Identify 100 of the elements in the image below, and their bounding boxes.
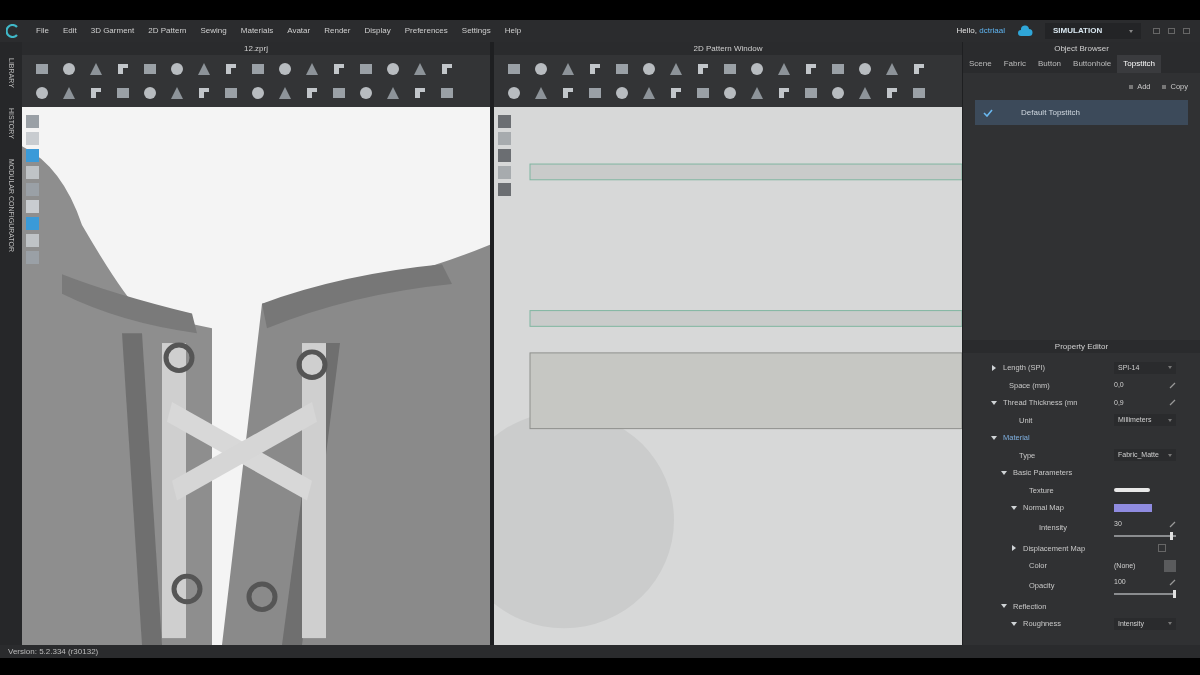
- menu-item[interactable]: Help: [504, 25, 522, 37]
- tool-icon[interactable]: [668, 85, 684, 101]
- tool-icon[interactable]: [560, 85, 576, 101]
- expanded-arrow-icon[interactable]: [1001, 603, 1007, 610]
- tool-icon[interactable]: [722, 85, 738, 101]
- normal-map-swatch[interactable]: [1114, 503, 1152, 512]
- tool-icon[interactable]: [196, 61, 212, 77]
- tool-icon[interactable]: [695, 85, 711, 101]
- tool-icon[interactable]: [506, 85, 522, 101]
- tool-icon[interactable]: [911, 61, 927, 77]
- tool-icon[interactable]: [412, 61, 428, 77]
- tool-icon[interactable]: [331, 61, 347, 77]
- menu-item[interactable]: Avatar: [287, 25, 311, 37]
- tool-icon[interactable]: [277, 61, 293, 77]
- tool-icon[interactable]: [776, 85, 792, 101]
- pencil-icon[interactable]: [1169, 399, 1176, 407]
- tool-icon[interactable]: [88, 85, 104, 101]
- tool-icon[interactable]: [614, 61, 630, 77]
- cloud-icon[interactable]: [1017, 25, 1033, 37]
- menu-item[interactable]: Materials: [240, 25, 274, 37]
- menu-item[interactable]: Display: [364, 25, 391, 37]
- tool-icon[interactable]: [34, 61, 50, 77]
- tool-icon[interactable]: [560, 61, 576, 77]
- mode-dropdown[interactable]: SIMULATION: [1045, 23, 1141, 39]
- tool-icon[interactable]: [304, 85, 320, 101]
- tool-icon[interactable]: [857, 61, 873, 77]
- menu-item[interactable]: 3D Garment: [90, 25, 135, 37]
- slider-track[interactable]: [1114, 535, 1176, 538]
- tool-icon[interactable]: [776, 61, 792, 77]
- tool-icon[interactable]: [911, 85, 927, 101]
- tool-icon[interactable]: [304, 61, 320, 77]
- tool-icon[interactable]: [857, 85, 873, 101]
- tool-icon[interactable]: [61, 61, 77, 77]
- expanded-arrow-icon[interactable]: [1011, 504, 1017, 511]
- tool-icon[interactable]: [115, 61, 131, 77]
- collapsed-arrow-icon[interactable]: [1011, 545, 1017, 552]
- tool-icon[interactable]: [668, 61, 684, 77]
- browser-tab[interactable]: Buttonhole: [1067, 55, 1118, 73]
- menu-item[interactable]: Edit: [62, 25, 77, 37]
- menu-item[interactable]: Render: [324, 25, 351, 37]
- menu-item[interactable]: Sewing: [200, 25, 227, 37]
- tool-icon[interactable]: [385, 61, 401, 77]
- menu-item[interactable]: Settings: [461, 25, 491, 37]
- tool-icon[interactable]: [223, 61, 239, 77]
- tool-icon[interactable]: [358, 85, 374, 101]
- tool-icon[interactable]: [641, 61, 657, 77]
- tool-icon[interactable]: [884, 85, 900, 101]
- tool-icon[interactable]: [115, 85, 131, 101]
- restore-icon[interactable]: [1168, 28, 1175, 34]
- tool-icon[interactable]: [830, 85, 846, 101]
- tool-icon[interactable]: [587, 61, 603, 77]
- list-item[interactable]: Default Topstitch: [975, 100, 1188, 126]
- tool-icon[interactable]: [88, 61, 104, 77]
- tool-icon[interactable]: [331, 85, 347, 101]
- slider-thumb[interactable]: [1169, 532, 1173, 541]
- color-swatch[interactable]: [1164, 559, 1176, 572]
- tool-icon[interactable]: [250, 61, 266, 77]
- tool-icon[interactable]: [749, 85, 765, 101]
- tool-icon[interactable]: [250, 85, 266, 101]
- tool-icon[interactable]: [803, 85, 819, 101]
- tool-icon[interactable]: [830, 61, 846, 77]
- tool-icon[interactable]: [196, 85, 212, 101]
- tool-icon[interactable]: [358, 61, 374, 77]
- menu-item[interactable]: File: [36, 25, 49, 37]
- collapsed-arrow-icon[interactable]: [991, 364, 997, 371]
- tool-icon[interactable]: [614, 85, 630, 101]
- tool-icon[interactable]: [439, 61, 455, 77]
- menu-item[interactable]: 2D Pattern: [148, 25, 187, 37]
- tool-icon[interactable]: [533, 61, 549, 77]
- expanded-arrow-icon[interactable]: [1011, 620, 1017, 627]
- browser-tab[interactable]: Button: [1031, 55, 1068, 73]
- slider-thumb[interactable]: [1173, 590, 1176, 599]
- tool-icon[interactable]: [169, 85, 185, 101]
- browser-tab[interactable]: Topstitch: [1117, 55, 1161, 73]
- minimize-icon[interactable]: [1153, 28, 1160, 34]
- tool-icon[interactable]: [34, 85, 50, 101]
- tool-icon[interactable]: [169, 61, 185, 77]
- menu-item[interactable]: Preferences: [404, 25, 448, 37]
- slider-track[interactable]: [1114, 593, 1176, 596]
- browser-tab[interactable]: Scene: [963, 55, 998, 73]
- tool-icon[interactable]: [803, 61, 819, 77]
- expanded-arrow-icon[interactable]: [991, 434, 997, 441]
- tool-icon[interactable]: [641, 85, 657, 101]
- tool-icon[interactable]: [277, 85, 293, 101]
- tool-icon[interactable]: [142, 61, 158, 77]
- tool-icon[interactable]: [61, 85, 77, 101]
- tool-icon[interactable]: [695, 61, 711, 77]
- expanded-arrow-icon[interactable]: [991, 399, 997, 406]
- tool-icon[interactable]: [722, 61, 738, 77]
- tool-icon[interactable]: [749, 61, 765, 77]
- tool-icon[interactable]: [587, 85, 603, 101]
- tool-icon[interactable]: [533, 85, 549, 101]
- pencil-icon[interactable]: [1169, 578, 1176, 586]
- pencil-icon[interactable]: [1169, 520, 1176, 528]
- tool-icon[interactable]: [506, 61, 522, 77]
- browser-tab[interactable]: Fabric: [997, 55, 1032, 73]
- texture-preview[interactable]: [1114, 488, 1150, 493]
- expanded-arrow-icon[interactable]: [1001, 469, 1007, 476]
- tool-icon[interactable]: [142, 85, 158, 101]
- tool-icon[interactable]: [223, 85, 239, 101]
